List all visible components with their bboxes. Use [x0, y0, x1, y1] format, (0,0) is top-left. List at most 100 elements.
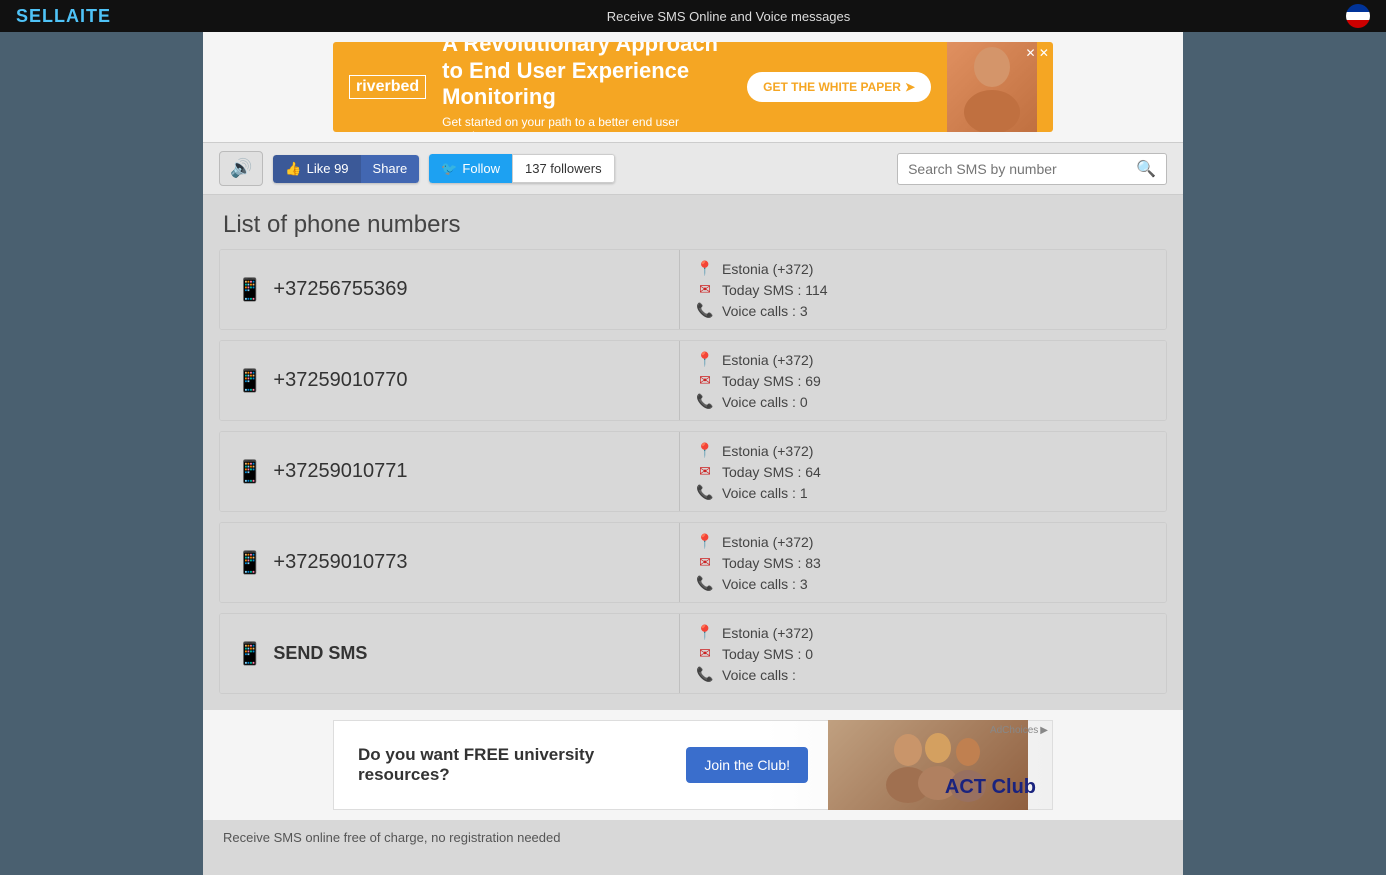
site-logo[interactable]: SELLAITE — [16, 6, 111, 27]
phone-list: 📱 +37256755369 📍 Estonia (+372) ✉ Today … — [203, 249, 1183, 694]
voice-text: Voice calls : 3 — [722, 576, 808, 592]
phone-sms-count: ✉ Today SMS : 114 — [696, 281, 1150, 298]
phone-number-text: +37259010770 — [273, 369, 407, 392]
sms-text: Today SMS : 0 — [722, 646, 813, 662]
voice-text: Voice calls : 1 — [722, 485, 808, 501]
ad-cta-button[interactable]: GET THE WHITE PAPER ➤ — [747, 72, 931, 102]
send-sms-details: 📍 Estonia (+372) ✉ Today SMS : 0 📞 Voice… — [680, 614, 1166, 693]
ad-bottom-text: Do you want FREE university resources? — [358, 745, 666, 785]
sms-icon: ✉ — [696, 463, 714, 480]
phone-sms-count: ✉ Today SMS : 64 — [696, 463, 1150, 480]
tw-followers-label: 137 followers — [525, 161, 602, 176]
phone-number-link[interactable]: 📱 +37259010770 — [220, 341, 680, 420]
location-icon: 📍 — [696, 442, 714, 459]
voice-icon: 📞 — [696, 393, 714, 410]
phone-number-link[interactable]: 📱 +37256755369 — [220, 250, 680, 329]
phone-details: 📍 Estonia (+372) ✉ Today SMS : 114 📞 Voi… — [680, 250, 1166, 329]
fb-share-label: Share — [373, 161, 408, 176]
send-sms-label: SEND SMS — [273, 643, 367, 664]
ad-person-image — [947, 42, 1037, 132]
country-text: Estonia (+372) — [722, 534, 813, 550]
send-sms-row: 📱 SEND SMS 📍 Estonia (+372) ✉ Today SMS … — [219, 613, 1167, 694]
country-text: Estonia (+372) — [722, 261, 813, 277]
location-icon: 📍 — [696, 351, 714, 368]
ad-bottom-headline: Do you want FREE university resources? — [358, 745, 666, 785]
phone-icon: 📱 — [236, 459, 263, 485]
search-icon[interactable]: 🔍 — [1136, 159, 1156, 179]
phone-sms-count: ✉ Today SMS : 83 — [696, 554, 1150, 571]
ad-bottom-inner[interactable]: AdChoices ▶ Do you want FREE university … — [333, 720, 1053, 810]
main-container: riverbed A Revolutionary Approach to End… — [203, 32, 1183, 875]
phone-country: 📍 Estonia (+372) — [696, 442, 1150, 459]
sms-icon: ✉ — [696, 645, 714, 662]
twitter-followers-button[interactable]: 137 followers — [512, 154, 615, 183]
sms-icon: ✉ — [696, 554, 714, 571]
voice-text: Voice calls : — [722, 667, 796, 683]
voice-icon: 📞 — [696, 302, 714, 319]
voice-icon: 📞 — [696, 484, 714, 501]
voice-icon: 📞 — [696, 575, 714, 592]
logo-text: SELLAITE — [16, 6, 111, 26]
search-box: 🔍 — [897, 153, 1167, 185]
facebook-share-button[interactable]: Share — [361, 155, 420, 183]
voice-icon: 📞 — [696, 666, 714, 683]
phone-icon: 📱 — [236, 550, 263, 576]
phone-row: 📱 +37256755369 📍 Estonia (+372) ✉ Today … — [219, 249, 1167, 330]
phone-number-text: +37259010773 — [273, 551, 407, 574]
phone-number-link[interactable]: 📱 +37259010771 — [220, 432, 680, 511]
ad-choices-label: AdChoices ▶ — [990, 725, 1048, 736]
phone-voice-count: 📞 Voice calls : 3 — [696, 575, 1150, 592]
act-logo-text: ACT Club — [945, 776, 1036, 798]
sms-text: Today SMS : 83 — [722, 555, 821, 571]
phone-details: 📍 Estonia (+372) ✉ Today SMS : 64 📞 Voic… — [680, 432, 1166, 511]
send-sms-button[interactable]: 📱 SEND SMS — [220, 614, 680, 693]
phone-details: 📍 Estonia (+372) ✉ Today SMS : 83 📞 Voic… — [680, 523, 1166, 602]
phone-number-link[interactable]: 📱 +37259010773 — [220, 523, 680, 602]
phone-country: 📍 Estonia (+372) — [696, 260, 1150, 277]
ad-close-button[interactable]: ✕ ✕ — [1026, 46, 1049, 60]
sms-icon: ✉ — [696, 372, 714, 389]
ad-bottom-banner: AdChoices ▶ Do you want FREE university … — [203, 710, 1183, 820]
bottom-text: Receive SMS online free of charge, no re… — [203, 820, 1183, 855]
act-logo: ACT Club — [945, 776, 1036, 799]
ad-choices-text: AdChoices — [990, 725, 1038, 736]
country-text: Estonia (+372) — [722, 443, 813, 459]
sms-text: Today SMS : 114 — [722, 282, 828, 298]
ad-cta-arrow-icon: ➤ — [905, 80, 915, 94]
ad-headline: A Revolutionary Approach to End User Exp… — [442, 42, 731, 111]
twitter-follow-button[interactable]: 🐦 Follow — [429, 154, 512, 183]
phone-voice-count: 📞 Voice calls : 0 — [696, 393, 1150, 410]
ad-bottom-cta-button[interactable]: Join the Club! — [686, 747, 808, 783]
phone-icon: 📱 — [236, 641, 263, 667]
bottom-text-content: Receive SMS online free of charge, no re… — [223, 830, 560, 845]
ad-choices-icon: ▶ — [1040, 725, 1048, 736]
phone-sms-count: ✉ Today SMS : 69 — [696, 372, 1150, 389]
page-title-area: List of phone numbers — [203, 195, 1183, 249]
fb-thumb-icon: 👍 — [285, 161, 301, 177]
phone-icon: 📱 — [236, 368, 263, 394]
top-bar: SELLAITE Receive SMS Online and Voice me… — [0, 0, 1386, 32]
location-icon: 📍 — [696, 260, 714, 277]
top-message: Receive SMS Online and Voice messages — [607, 9, 851, 24]
facebook-group: 👍 Like 99 Share — [273, 155, 419, 183]
phone-voice-count: 📞 Voice calls : 3 — [696, 302, 1150, 319]
twitter-group: 🐦 Follow 137 followers — [429, 154, 614, 183]
sound-icon: 🔊 — [230, 158, 252, 179]
toolbar: 🔊 👍 Like 99 Share 🐦 Follow 137 followers — [203, 142, 1183, 195]
phone-number-text: +37256755369 — [273, 278, 407, 301]
ad-cta-text: GET THE WHITE PAPER — [763, 80, 901, 94]
fb-like-label: Like 99 — [307, 161, 349, 176]
ad-brand-logo: riverbed — [349, 75, 426, 99]
voice-text: Voice calls : 3 — [722, 303, 808, 319]
page-title: List of phone numbers — [223, 211, 1163, 239]
country-text: Estonia (+372) — [722, 625, 813, 641]
send-sms-sms-count: ✉ Today SMS : 0 — [696, 645, 1150, 662]
send-sms-voice-count: 📞 Voice calls : — [696, 666, 1150, 683]
phone-country: 📍 Estonia (+372) — [696, 533, 1150, 550]
search-input[interactable] — [908, 161, 1128, 177]
facebook-like-button[interactable]: 👍 Like 99 — [273, 155, 360, 183]
ad-top-inner[interactable]: riverbed A Revolutionary Approach to End… — [333, 42, 1053, 132]
sound-button[interactable]: 🔊 — [219, 151, 263, 186]
language-flag[interactable] — [1346, 4, 1370, 28]
sms-text: Today SMS : 69 — [722, 373, 821, 389]
